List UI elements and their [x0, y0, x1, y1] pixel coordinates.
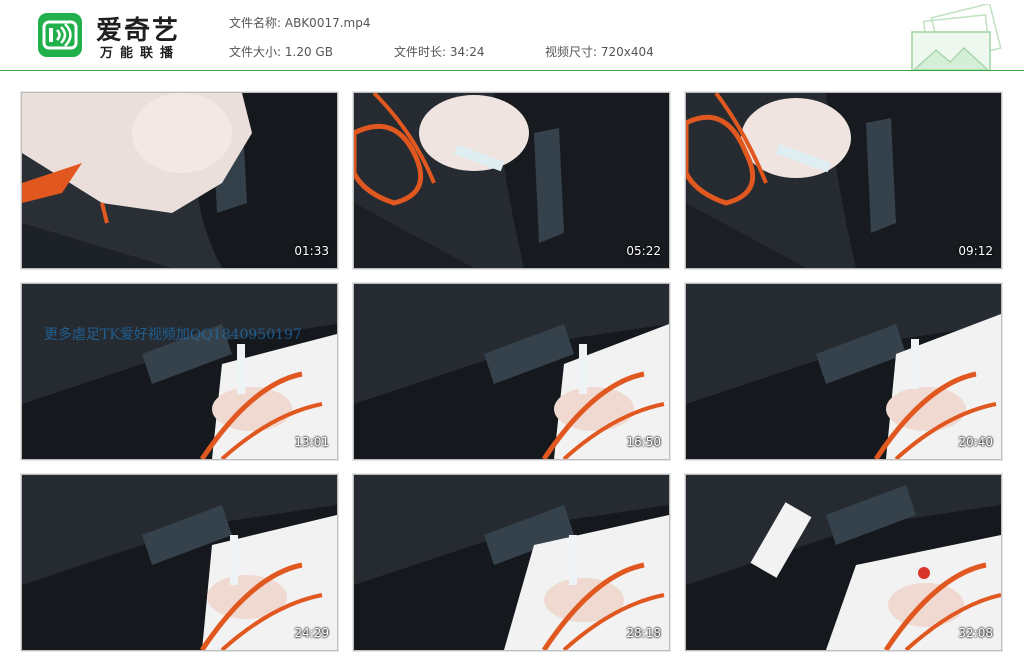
thumbnail-timestamp: 24:29: [294, 626, 329, 640]
video-thumbnail[interactable]: 28:18: [352, 473, 671, 652]
header: 爱奇艺 万能联播 文件名称: ABK0017.mp4 文件大小: 1.20 GB…: [0, 0, 1024, 73]
video-watermark: 更多虐足TK爱好视频加QQ1840950197: [44, 327, 302, 343]
thumbnail-image: [22, 284, 337, 459]
thumbnail-image: [686, 284, 1001, 459]
video-thumbnail[interactable]: 09:12: [684, 91, 1003, 270]
thumbnail-timestamp: 32:08: [958, 626, 993, 640]
video-thumbnail[interactable]: 32:08: [684, 473, 1003, 652]
brand-tagline: 万能联播: [100, 46, 181, 61]
file-size-info: 文件大小: 1.20 GB: [229, 43, 333, 60]
video-thumbnail[interactable]: 更多虐足TK爱好视频加QQ1840950197 13:01: [20, 282, 339, 461]
video-dimensions-label: 视频尺寸:: [545, 45, 598, 59]
file-name-info: 文件名称: ABK0017.mp4: [229, 14, 370, 31]
video-thumbnail[interactable]: 05:22: [352, 91, 671, 270]
thumbnail-image: [354, 93, 669, 268]
iqiyi-tv-icon: [38, 13, 82, 57]
thumbnail-timestamp: 16:50: [626, 435, 661, 449]
thumbnail-image: [686, 93, 1001, 268]
file-size-label: 文件大小:: [229, 45, 282, 59]
file-name-label: 文件名称:: [229, 16, 282, 30]
thumbnail-timestamp: 28:18: [626, 626, 661, 640]
video-thumbnail[interactable]: 24:29: [20, 473, 339, 652]
video-dimensions-value: 720x404: [600, 45, 654, 59]
header-divider: [0, 70, 1024, 71]
thumbnail-timestamp: 20:40: [958, 435, 993, 449]
file-duration-info: 文件时长: 34:24: [394, 43, 484, 60]
thumbnail-timestamp: 05:22: [626, 244, 661, 258]
thumbnail-image: [354, 284, 669, 459]
file-duration-value: 34:24: [449, 45, 485, 59]
video-thumbnail[interactable]: 01:33: [20, 91, 339, 270]
video-thumbnail[interactable]: 16:50: [352, 282, 671, 461]
thumbnail-timestamp: 09:12: [958, 244, 993, 258]
file-size-value: 1.20 GB: [284, 45, 333, 59]
file-duration-label: 文件时长:: [394, 45, 447, 59]
thumbnail-image: [686, 475, 1001, 650]
video-thumbnail[interactable]: 20:40: [684, 282, 1003, 461]
thumbnail-timestamp: 01:33: [294, 244, 329, 258]
video-dimensions-info: 视频尺寸: 720x404: [545, 43, 654, 60]
thumbnail-timestamp: 13:01: [294, 435, 329, 449]
thumbnail-image: [22, 475, 337, 650]
photo-frames-decoration: [906, 2, 1016, 74]
thumbnail-image: [22, 93, 337, 268]
file-name-value: ABK0017.mp4: [284, 16, 371, 30]
thumbnail-image: [354, 475, 669, 650]
